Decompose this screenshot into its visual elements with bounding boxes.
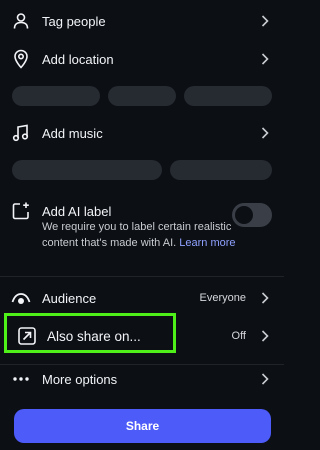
person-icon bbox=[10, 10, 32, 32]
chevron-right-icon bbox=[260, 52, 270, 66]
toggle-knob bbox=[235, 206, 253, 224]
location-pin-icon bbox=[10, 48, 32, 70]
chevron-right-icon bbox=[260, 372, 270, 386]
section-divider bbox=[0, 276, 284, 277]
eye-icon bbox=[10, 287, 32, 309]
audience-label: Audience bbox=[42, 290, 97, 306]
location-suggestion-chip[interactable] bbox=[108, 86, 176, 106]
ai-label-icon bbox=[10, 200, 32, 222]
more-options-label: More options bbox=[42, 371, 118, 387]
chevron-right-icon bbox=[260, 291, 270, 305]
location-suggestion-chip[interactable] bbox=[184, 86, 272, 106]
ai-label-description: We require you to label certain realisti… bbox=[42, 219, 242, 251]
section-divider bbox=[0, 364, 284, 365]
add-music-row[interactable]: Add music bbox=[0, 122, 284, 144]
more-options-row[interactable]: More options bbox=[0, 368, 284, 390]
more-dots-icon bbox=[10, 368, 32, 390]
music-suggestion-chip[interactable] bbox=[170, 160, 272, 180]
share-button[interactable]: Share bbox=[14, 409, 271, 443]
add-location-label: Add location bbox=[42, 51, 114, 67]
chevron-right-icon bbox=[260, 329, 270, 343]
tag-people-row[interactable]: Tag people bbox=[0, 10, 284, 32]
add-location-row[interactable]: Add location bbox=[0, 48, 284, 70]
learn-more-link[interactable]: Learn more bbox=[179, 237, 235, 249]
music-note-icon bbox=[10, 122, 32, 144]
location-suggestion-chip[interactable] bbox=[12, 86, 100, 106]
add-ai-label-label: Add AI label bbox=[42, 203, 112, 219]
chevron-right-icon bbox=[260, 14, 270, 28]
chevron-right-icon bbox=[260, 126, 270, 140]
ai-label-toggle[interactable] bbox=[232, 203, 272, 227]
highlight-box bbox=[4, 313, 176, 353]
tag-people-label: Tag people bbox=[42, 13, 106, 29]
also-share-on-value: Off bbox=[231, 330, 246, 342]
music-suggestion-chip[interactable] bbox=[12, 160, 162, 180]
audience-value: Everyone bbox=[199, 292, 246, 304]
add-music-label: Add music bbox=[42, 125, 103, 141]
audience-row[interactable]: Audience Everyone bbox=[0, 287, 284, 309]
